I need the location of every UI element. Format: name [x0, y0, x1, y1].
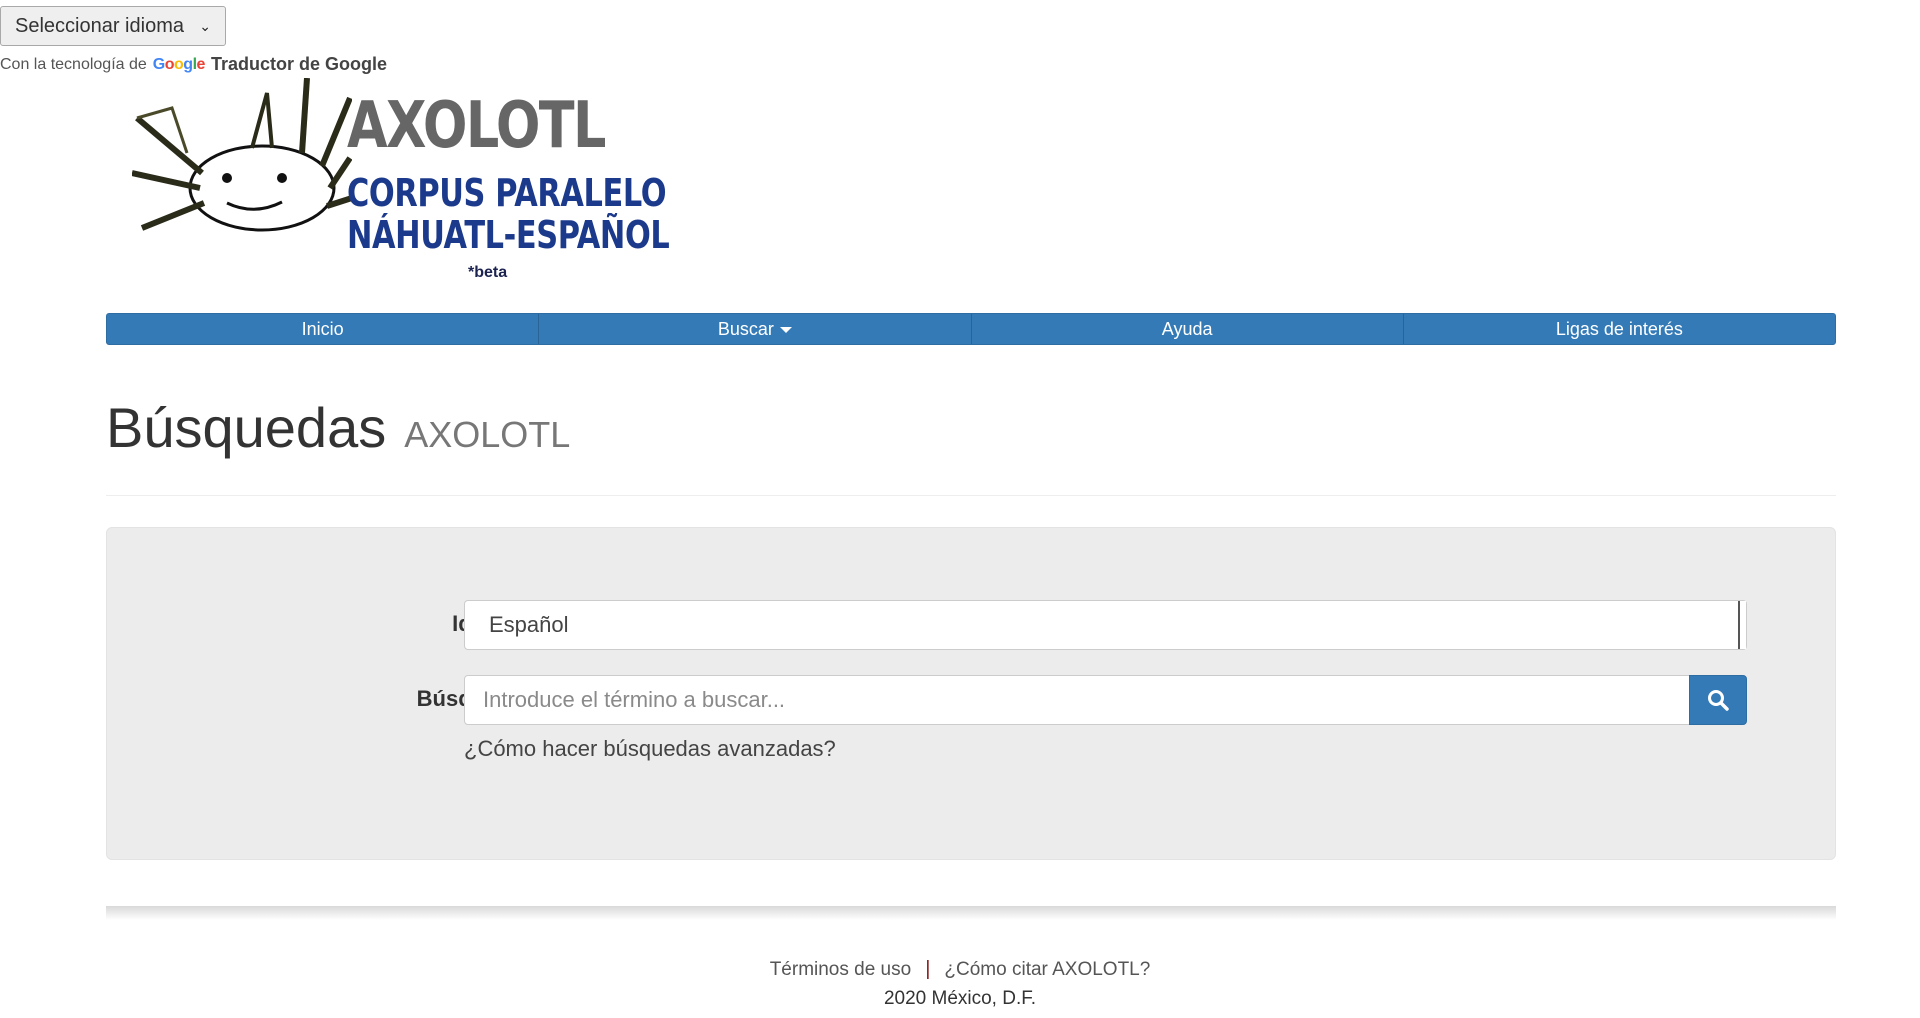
- google-logo: Google: [152, 55, 206, 73]
- logo-beta: *beta: [468, 264, 508, 281]
- page-header: Búsquedas AXOLOTL: [106, 395, 570, 460]
- caret-down-icon: [779, 327, 792, 333]
- nav-item-label: Ayuda: [1161, 318, 1213, 339]
- page-subtitle: AXOLOTL: [404, 414, 571, 455]
- terms-link[interactable]: Términos de uso: [770, 959, 912, 981]
- dropdown-handle: [1738, 601, 1746, 649]
- search-button[interactable]: [1689, 675, 1747, 725]
- google-translate-link[interactable]: Traductor de Google: [211, 54, 387, 75]
- nav-item-label: Inicio: [301, 318, 344, 339]
- nav-item-inicio[interactable]: Inicio: [107, 314, 540, 344]
- language-dropdown-value: Español: [489, 612, 569, 637]
- search-form-panel: Idioma Español Búsqueda ¿Cómo hacer búsq…: [106, 527, 1836, 860]
- cite-link[interactable]: ¿Cómo citar AXOLOTL?: [944, 959, 1150, 981]
- divider: [106, 495, 1836, 496]
- chevron-down-icon: ⌄: [199, 17, 211, 34]
- language-select[interactable]: Seleccionar idioma ⌄: [0, 6, 226, 46]
- logo-subtitle-2: NÁHUATL-ESPAÑOL: [347, 213, 670, 257]
- footer-separator: |: [925, 958, 931, 980]
- footer-divider: [106, 906, 1836, 920]
- nav-item-ayuda[interactable]: Ayuda: [972, 314, 1404, 344]
- language-dropdown[interactable]: Español: [464, 600, 1747, 650]
- main-navbar: Inicio Buscar Ayuda Ligas de interés: [106, 313, 1836, 345]
- nav-item-label: Buscar: [717, 318, 774, 339]
- nav-item-ligas[interactable]: Ligas de interés: [1404, 314, 1835, 344]
- powered-prefix: Con la tecnología de: [0, 55, 147, 73]
- advanced-search-help-link[interactable]: ¿Cómo hacer búsquedas avanzadas?: [464, 736, 836, 762]
- nav-item-buscar[interactable]: Buscar: [539, 314, 972, 344]
- nav-item-label: Ligas de interés: [1555, 318, 1683, 339]
- axolotl-icon: [132, 78, 352, 232]
- search-icon: [1708, 690, 1729, 711]
- site-logo[interactable]: AXOLOTL CORPUS PARALELO NÁHUATL-ESPAÑOL …: [132, 78, 670, 288]
- search-input[interactable]: [464, 675, 1690, 725]
- logo-title: AXOLOTL: [347, 89, 606, 163]
- footer-copyright: 2020 México, D.F.: [883, 988, 1037, 1009]
- footer-links: Términos de uso | ¿Cómo citar AXOLOTL?: [0, 958, 1920, 981]
- page-title: Búsquedas: [106, 396, 387, 459]
- language-select-label: Seleccionar idioma: [15, 14, 184, 37]
- powered-by-google: Con la tecnología de Google Traductor de…: [0, 54, 387, 75]
- logo-subtitle-1: CORPUS PARALELO: [347, 171, 667, 215]
